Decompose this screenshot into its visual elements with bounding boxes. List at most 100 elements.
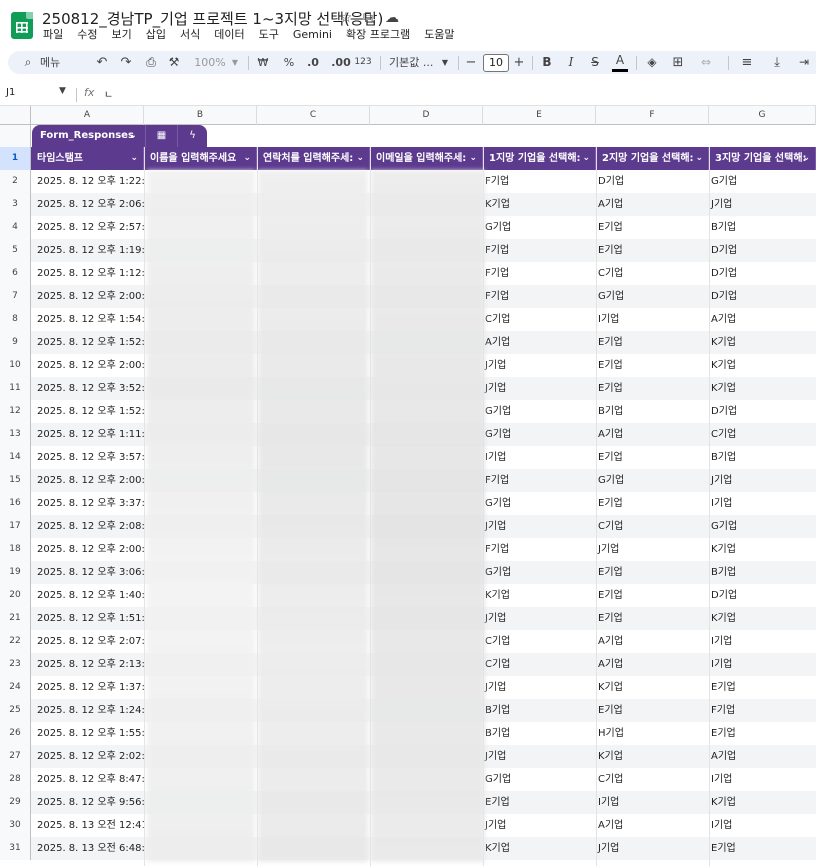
choice-cell[interactable]: G기업: [483, 216, 596, 239]
table-name-chip[interactable]: Form_Responses ⌄: [32, 125, 145, 147]
timestamp-cell[interactable]: 2025. 8. 12 오후 2:08:50: [31, 515, 144, 538]
choice-cell[interactable]: B기업: [709, 216, 816, 239]
choice-cell[interactable]: E기업: [596, 331, 709, 354]
search-icon[interactable]: ⌕: [20, 51, 36, 74]
choice-cell[interactable]: G기업: [483, 768, 596, 791]
choice-cell[interactable]: F기업: [483, 285, 596, 308]
choice-cell[interactable]: C기업: [596, 768, 709, 791]
choice-cell[interactable]: C기업: [596, 515, 709, 538]
choice-cell[interactable]: H기업: [596, 722, 709, 745]
row-header[interactable]: 31: [0, 837, 31, 860]
choice-cell[interactable]: K기업: [709, 791, 816, 814]
column-header[interactable]: D: [370, 106, 483, 125]
row-header[interactable]: 6: [0, 262, 31, 285]
borders-icon[interactable]: ⊞: [670, 51, 686, 74]
cloud-status-icon[interactable]: ☁: [383, 9, 401, 27]
choice-cell[interactable]: E기업: [596, 446, 709, 469]
choice-cell[interactable]: E기업: [483, 791, 596, 814]
timestamp-cell[interactable]: 2025. 8. 12 오후 3:06:28: [31, 561, 144, 584]
column-header[interactable]: G: [709, 106, 816, 125]
menu-search-label[interactable]: 메뉴: [40, 51, 80, 74]
timestamp-cell[interactable]: 2025. 8. 13 오전 6:48:28: [31, 837, 144, 860]
choice-cell[interactable]: F기업: [483, 469, 596, 492]
timestamp-cell[interactable]: 2025. 8. 12 오후 3:52:24: [31, 377, 144, 400]
row-header[interactable]: 7: [0, 285, 31, 308]
choice-cell[interactable]: K기업: [709, 607, 816, 630]
choice-cell[interactable]: K기업: [709, 377, 816, 400]
merge-cells-icon[interactable]: ⇔: [695, 51, 717, 74]
row-header[interactable]: 25: [0, 699, 31, 722]
row-header[interactable]: 8: [0, 308, 31, 331]
choice-cell[interactable]: K기업: [483, 837, 596, 860]
timestamp-cell[interactable]: 2025. 8. 12 오후 2:06:52: [31, 193, 144, 216]
row-header[interactable]: 26: [0, 722, 31, 745]
row-header[interactable]: 14: [0, 446, 31, 469]
choice-cell[interactable]: J기업: [709, 469, 816, 492]
timestamp-cell[interactable]: 2025. 8. 12 오후 1:37:54: [31, 676, 144, 699]
choice-cell[interactable]: D기업: [709, 400, 816, 423]
choice-cell[interactable]: K기업: [483, 584, 596, 607]
choice-cell[interactable]: B기업: [483, 722, 596, 745]
timestamp-cell[interactable]: 2025. 8. 12 오후 1:55:11: [31, 722, 144, 745]
row-header[interactable]: 24: [0, 676, 31, 699]
timestamp-cell[interactable]: 2025. 8. 12 오후 1:24:38: [31, 699, 144, 722]
timestamp-cell[interactable]: 2025. 8. 12 오후 1:51:31: [31, 607, 144, 630]
choice-cell[interactable]: I기업: [709, 630, 816, 653]
choice-cell[interactable]: E기업: [596, 584, 709, 607]
choice-cell[interactable]: A기업: [709, 745, 816, 768]
menu-item[interactable]: 서식: [173, 27, 207, 45]
currency-format-button[interactable]: ₩: [256, 51, 270, 74]
timestamp-cell[interactable]: 2025. 8. 12 오후 2:00:13: [31, 285, 144, 308]
table-header-cell[interactable]: 3지망 기업을 선택해: ⌄: [709, 147, 816, 170]
percent-format-button[interactable]: %: [282, 51, 296, 74]
timestamp-cell[interactable]: 2025. 8. 12 오후 1:54:26: [31, 308, 144, 331]
choice-cell[interactable]: B기업: [709, 446, 816, 469]
column-header[interactable]: C: [257, 106, 370, 125]
row-header[interactable]: 11: [0, 377, 31, 400]
choice-cell[interactable]: C기업: [483, 630, 596, 653]
timestamp-cell[interactable]: 2025. 8. 12 오후 1:12:10: [31, 262, 144, 285]
choice-cell[interactable]: K기업: [709, 354, 816, 377]
choice-cell[interactable]: J기업: [483, 515, 596, 538]
choice-cell[interactable]: J기업: [483, 745, 596, 768]
choice-cell[interactable]: C기업: [483, 308, 596, 331]
choice-cell[interactable]: G기업: [709, 515, 816, 538]
document-title[interactable]: 250812_경남TP_기업 프로젝트 1~3지망 선택(응답): [42, 8, 383, 29]
chevron-down-icon[interactable]: ⌄: [582, 147, 590, 170]
choice-cell[interactable]: C기업: [483, 653, 596, 676]
choice-cell[interactable]: I기업: [709, 492, 816, 515]
choice-cell[interactable]: A기업: [596, 814, 709, 837]
table-header-cell[interactable]: 2지망 기업을 선택해: ⌄: [596, 147, 709, 170]
timestamp-cell[interactable]: 2025. 8. 12 오후 2:07:31: [31, 630, 144, 653]
choice-cell[interactable]: K기업: [596, 745, 709, 768]
row-header[interactable]: 23: [0, 653, 31, 676]
row-header[interactable]: 22: [0, 630, 31, 653]
timestamp-cell[interactable]: 2025. 8. 12 오후 2:00:59: [31, 538, 144, 561]
choice-cell[interactable]: D기업: [709, 584, 816, 607]
chevron-down-icon[interactable]: ⌄: [356, 147, 364, 170]
choice-cell[interactable]: J기업: [483, 607, 596, 630]
timestamp-cell[interactable]: 2025. 8. 12 오후 2:57:04: [31, 216, 144, 239]
choice-cell[interactable]: C기업: [709, 423, 816, 446]
align-left-icon[interactable]: ≡: [736, 51, 758, 74]
choice-cell[interactable]: E기업: [596, 239, 709, 262]
choice-cell[interactable]: J기업: [596, 837, 709, 860]
choice-cell[interactable]: E기업: [596, 699, 709, 722]
choice-cell[interactable]: E기업: [596, 492, 709, 515]
timestamp-cell[interactable]: 2025. 8. 12 오후 1:22:21: [31, 170, 144, 193]
row-header[interactable]: 19: [0, 561, 31, 584]
timestamp-cell[interactable]: 2025. 8. 12 오후 2:02:31: [31, 745, 144, 768]
row-header[interactable]: 3: [0, 193, 31, 216]
font-size-input[interactable]: 10: [483, 54, 509, 72]
row-header[interactable]: 17: [0, 515, 31, 538]
undo-icon[interactable]: ↶: [94, 51, 110, 74]
row-header[interactable]: 5: [0, 239, 31, 262]
choice-cell[interactable]: K기업: [596, 676, 709, 699]
timestamp-cell[interactable]: 2025. 8. 12 오후 1:11:33: [31, 423, 144, 446]
formula-input[interactable]: ㄴ: [104, 86, 113, 101]
row-header[interactable]: 12: [0, 400, 31, 423]
column-header[interactable]: A: [31, 106, 144, 125]
number-format-button[interactable]: 123: [354, 51, 372, 74]
choice-cell[interactable]: K기업: [709, 331, 816, 354]
choice-cell[interactable]: B기업: [596, 400, 709, 423]
